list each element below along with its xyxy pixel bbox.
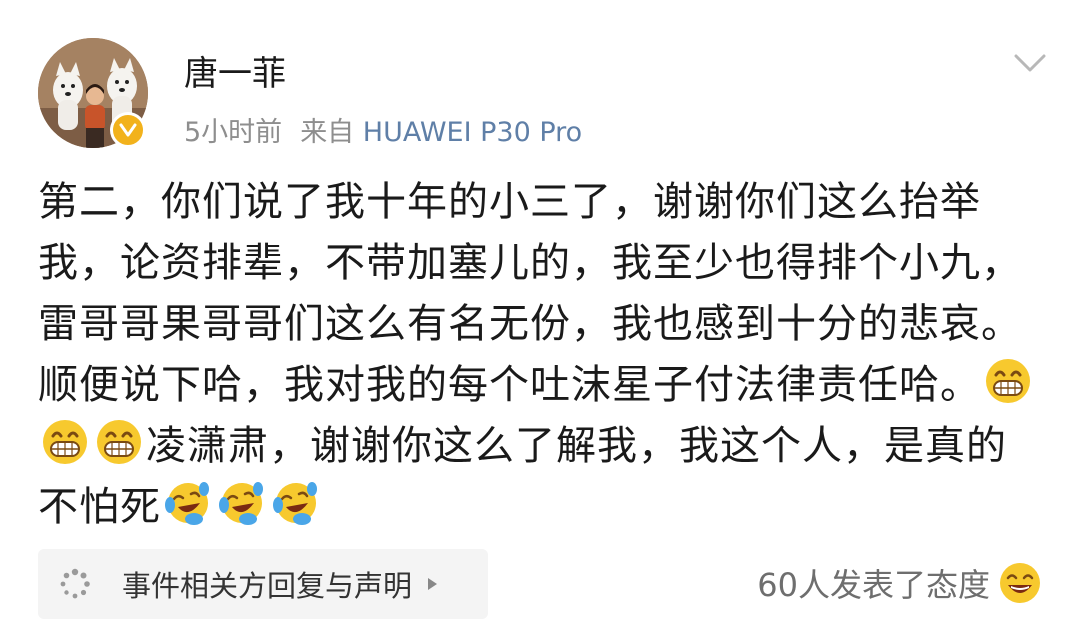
reactions[interactable]: 60人发表了态度 — [757, 560, 1042, 606]
laugh-cry-emoji — [272, 479, 320, 527]
triangle-right-icon — [428, 578, 438, 590]
related-reply-button[interactable]: 事件相关方回复与声明 — [38, 549, 488, 619]
post-text-part1: 第二，你们说了我十年的小三了，谢谢你们这么抬举我，论资排辈，不带加塞儿的，我至少… — [38, 179, 1022, 408]
device-name[interactable]: HUAWEI P30 Pro — [363, 117, 582, 148]
spinner-icon — [60, 568, 90, 599]
post-time: 5小时前 — [184, 117, 283, 148]
post-meta: 5小时前 来自 HUAWEI P30 Pro — [184, 110, 582, 149]
reply-label: 事件相关方回复与声明 — [122, 569, 413, 603]
verified-badge-icon — [110, 112, 146, 148]
post-body: 第二，你们说了我十年的小三了，谢谢你们这么抬举我，论资排辈，不带加塞儿的，我至少… — [38, 172, 1038, 538]
reaction-count: 60人发表了态度 — [757, 566, 990, 604]
grin-emoji — [41, 418, 89, 466]
author-name[interactable]: 唐一菲 — [184, 46, 286, 95]
laugh-cry-emoji — [164, 479, 212, 527]
chevron-down-icon[interactable] — [1010, 48, 1050, 78]
source-prefix: 来自 — [300, 117, 355, 148]
grin-emoji — [984, 357, 1032, 405]
smile-emoji-icon[interactable] — [998, 561, 1042, 605]
laugh-cry-emoji — [218, 479, 266, 527]
grin-emoji — [95, 418, 143, 466]
